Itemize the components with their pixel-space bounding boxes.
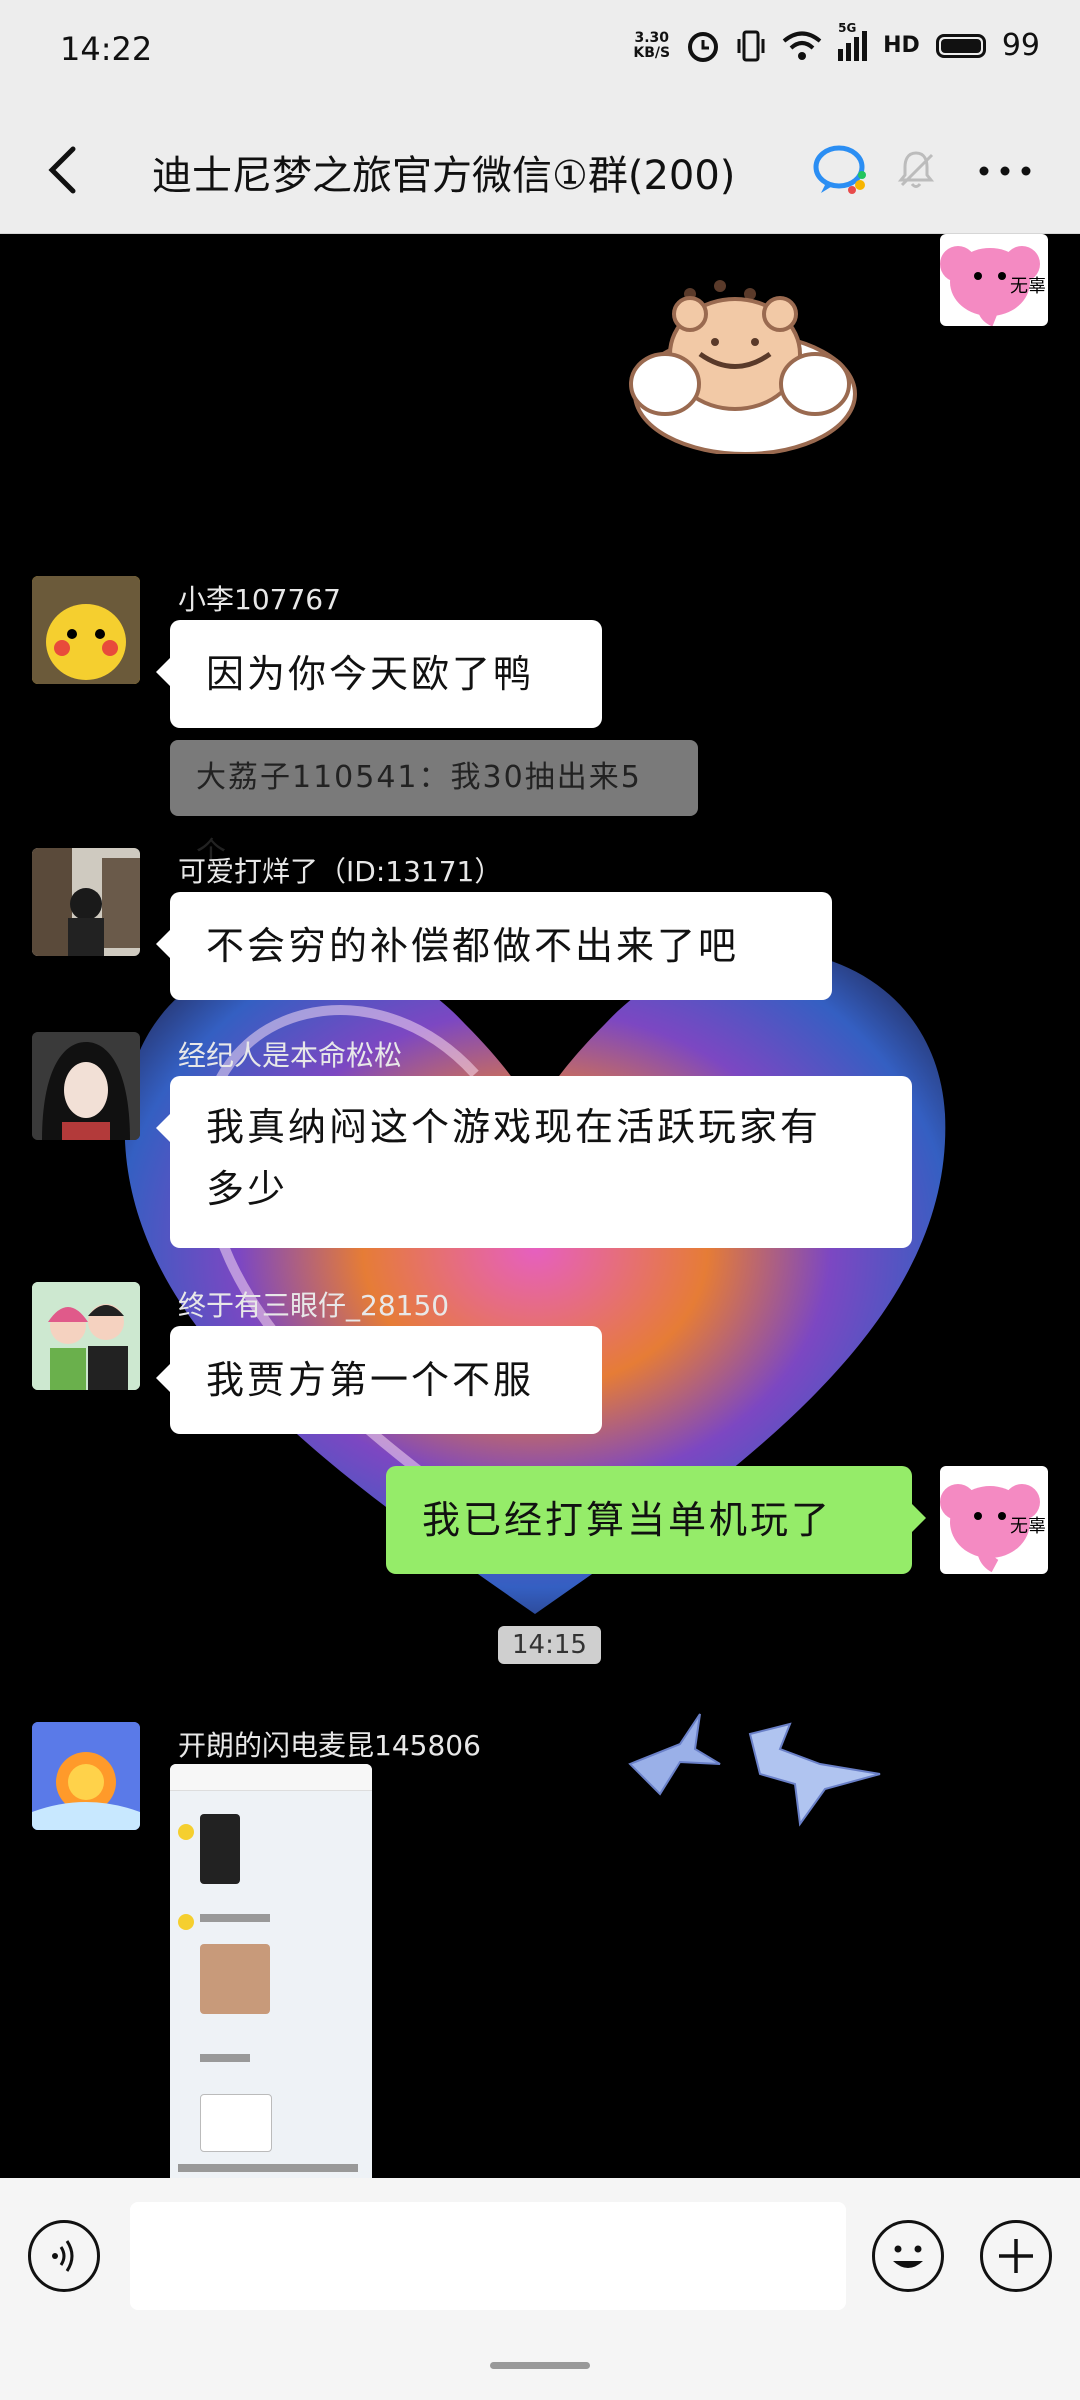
message-text: 我贾方第一个不服 [206,1358,535,1402]
shared-screenshot-image[interactable] [170,1764,372,2178]
message-input[interactable] [130,2202,846,2310]
chat-title: 迪士尼梦之旅官方微信①群(200) [152,153,736,199]
message-bubble[interactable]: 不会穷的补偿都做不出来了吧 [156,892,832,1000]
status-icons: 3.30 KB/S 5G HD 99 [633,21,1040,64]
smiley-icon [893,2245,923,2268]
avatar-label: 无辜 [1010,276,1046,297]
net-speed: 3.30 KB/S [633,29,671,61]
message-bubble[interactable]: 我贾方第一个不服 [156,1326,602,1434]
battery-icon [935,33,986,58]
self-message-bubble[interactable]: 我已经打算当单机玩了 [386,1466,926,1574]
message-text: 不会穷的补偿都做不出来了吧 [206,924,740,968]
quoted-message[interactable]: 大荔子110541：我30抽出来5个 [170,740,698,871]
sender-avatar[interactable] [32,848,140,956]
sender-name: 开朗的闪电麦昆145806 [178,1729,481,1762]
sender-name: 终于有三眼仔_28150 [178,1289,450,1322]
sender-avatar[interactable] [32,1282,140,1390]
sender-name: 经纪人是本命松松 [178,1039,403,1072]
back-button[interactable] [28,135,98,205]
chat-bubble-icon[interactable] [812,143,870,197]
timestamp: 14:15 [498,1626,601,1664]
signal-5g: 5G [838,21,868,61]
emoji-button[interactable] [872,2220,944,2292]
self-avatar[interactable]: 无辜 [940,234,1048,326]
hd-badge: HD [883,33,920,58]
status-bar: 14:22 3.30 KB/S 5G HD 99 [0,0,1080,105]
mute-bell-icon [897,151,935,188]
home-indicator[interactable] [490,2362,590,2369]
net-speed-value: 3.30 [634,29,670,46]
message-text: 多少 [206,1167,289,1211]
net-speed-unit: KB/S [633,44,671,61]
voice-icon [52,2240,74,2272]
self-avatar[interactable]: 无辜 [940,1466,1048,1574]
more-functions-button[interactable] [980,2220,1052,2292]
message-text: 我已经打算当单机玩了 [422,1498,833,1542]
more-options-button[interactable] [970,141,1040,201]
input-bar [0,2178,1080,2400]
message-bubble[interactable]: 因为你今天欧了鸭 [156,620,602,728]
battery-level: 99 [1001,28,1040,63]
wifi-icon [782,31,822,60]
network-type: 5G [838,20,857,35]
sender-name: 可爱打烊了（ID:13171） [178,855,503,888]
status-time: 14:22 [60,30,153,68]
plus-icon [999,2239,1033,2273]
alarm-icon [688,31,719,62]
hamster-sticker[interactable] [615,254,875,454]
vibrate-icon [737,30,765,61]
sender-name: 小李107767 [178,583,341,616]
voice-input-button[interactable] [28,2220,100,2292]
bird-sticker[interactable] [620,1704,890,1844]
chat-message-list[interactable]: 无辜 小李107767 因为你今天欧了鸭 大荔子110541：我30抽出来5个 … [0,234,1080,2178]
sender-avatar[interactable] [32,576,140,684]
chat-header: 迪士尼梦之旅官方微信①群(200) [0,105,1080,234]
message-text: 因为你今天欧了鸭 [206,652,535,696]
avatar-label: 无辜 [1010,1516,1046,1537]
sender-avatar[interactable] [32,1722,140,1830]
message-text: 我真纳闷这个游戏现在活跃玩家有 [206,1105,822,1149]
sender-avatar[interactable] [32,1032,140,1140]
message-bubble[interactable]: 我真纳闷这个游戏现在活跃玩家有 多少 [156,1076,912,1248]
